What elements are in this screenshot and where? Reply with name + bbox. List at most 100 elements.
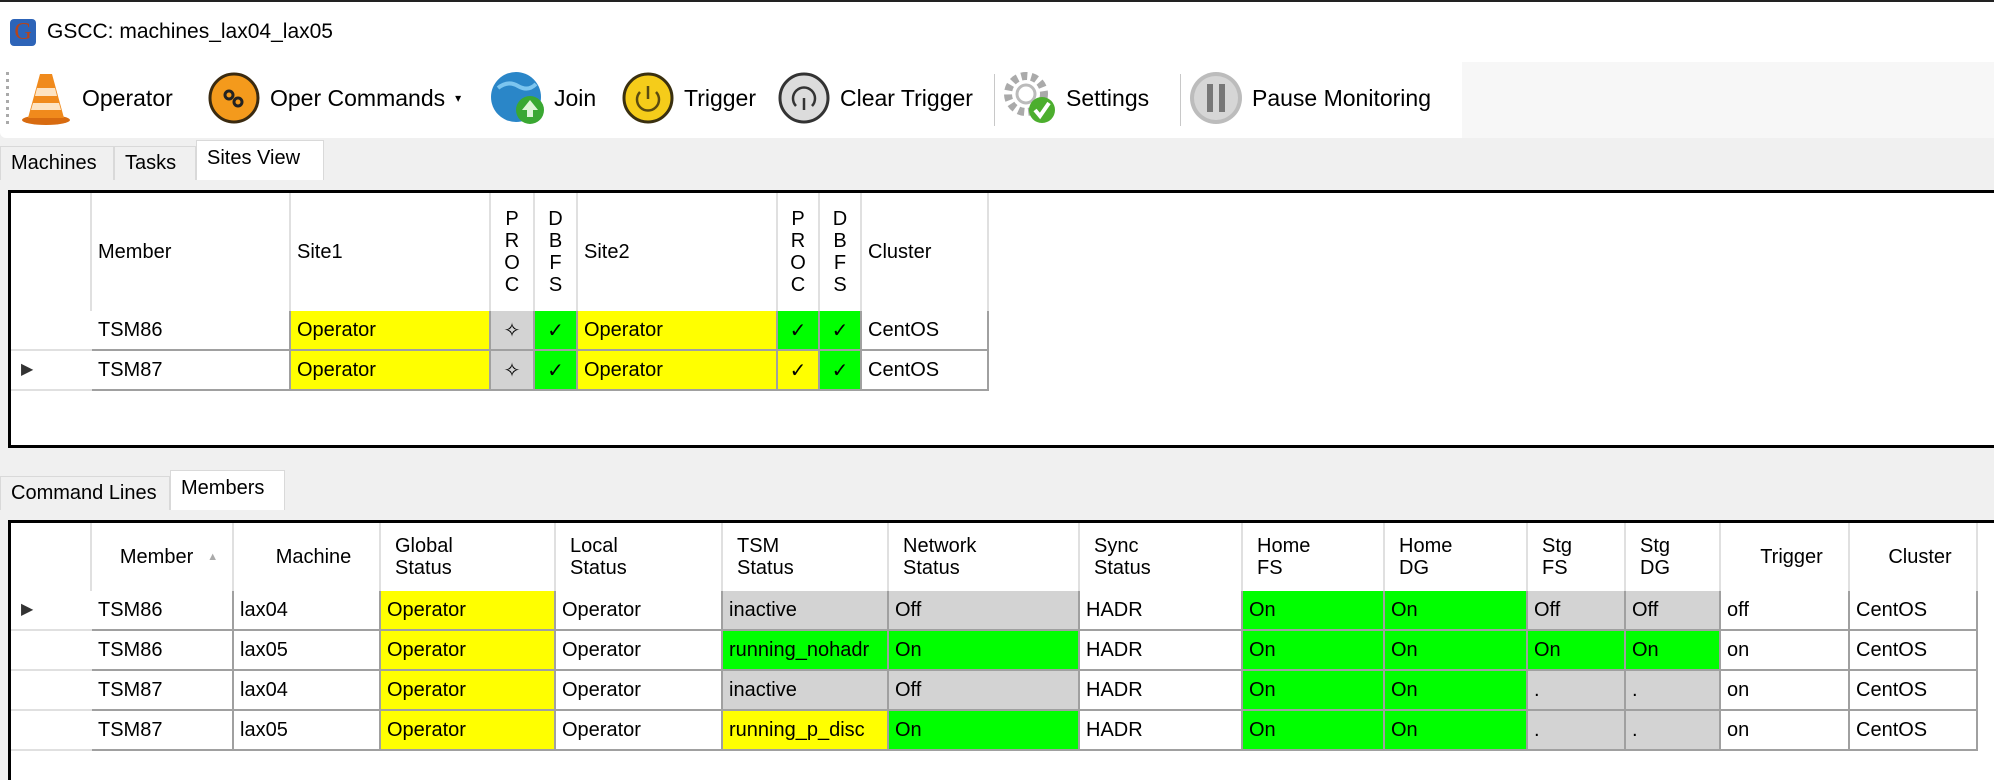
members-cell[interactable]: inactive <box>723 591 889 631</box>
operator-button[interactable]: Operator <box>18 66 173 130</box>
sites-cell-site2[interactable]: Operator <box>578 351 778 391</box>
members-cell[interactable]: off <box>1721 591 1850 631</box>
join-button[interactable]: Join <box>490 66 596 130</box>
members-cell[interactable]: Operator <box>556 671 723 711</box>
members-cell[interactable]: On <box>1385 591 1528 631</box>
members-cell[interactable]: HADR <box>1080 631 1243 671</box>
column-header-tsm-status[interactable]: TSM Status <box>723 523 889 591</box>
column-header-stg-fs[interactable]: Stg FS <box>1528 523 1626 591</box>
column-header-dbfs[interactable]: DBFS <box>820 193 862 311</box>
oper-commands-button[interactable]: Oper Commands ▾ <box>206 66 461 130</box>
row-header[interactable] <box>11 311 92 351</box>
sites-cell-dbfs1[interactable]: ✓ <box>535 351 578 391</box>
sites-cell-proc1[interactable]: ✧ <box>491 351 535 391</box>
members-cell[interactable]: running_p_disc <box>723 711 889 751</box>
members-cell[interactable]: lax04 <box>234 591 381 631</box>
column-header-stg-dg[interactable]: Stg DG <box>1626 523 1721 591</box>
column-header-site2[interactable]: Site2 <box>578 193 778 311</box>
members-cell[interactable]: Operator <box>556 591 723 631</box>
members-cell[interactable]: lax05 <box>234 631 381 671</box>
column-header-member[interactable]: Member <box>92 193 291 311</box>
column-header-home-fs[interactable]: Home FS <box>1243 523 1385 591</box>
sites-cell-dbfs1[interactable]: ✓ <box>535 311 578 351</box>
members-cell[interactable]: TSM86 <box>92 591 234 631</box>
members-cell[interactable]: Operator <box>556 631 723 671</box>
tab-command-lines[interactable]: Command Lines <box>0 476 170 510</box>
chevron-down-icon[interactable]: ▾ <box>455 91 461 105</box>
members-cell[interactable]: CentOS <box>1850 631 1978 671</box>
pause-monitoring-button[interactable]: Pause Monitoring <box>1188 66 1431 130</box>
row-header[interactable]: ▶ <box>11 591 92 631</box>
members-cell[interactable]: . <box>1528 671 1626 711</box>
column-header-proc[interactable]: PROC <box>491 193 535 311</box>
members-cell[interactable]: Off <box>889 671 1080 711</box>
tab-sites-view[interactable]: Sites View <box>196 140 324 180</box>
members-cell[interactable]: inactive <box>723 671 889 711</box>
members-cell[interactable]: On <box>1528 631 1626 671</box>
column-header-proc[interactable]: PROC <box>778 193 820 311</box>
members-cell[interactable]: On <box>889 711 1080 751</box>
members-cell[interactable]: Off <box>1626 591 1721 631</box>
members-cell[interactable]: . <box>1626 671 1721 711</box>
members-cell[interactable]: running_nohadr <box>723 631 889 671</box>
members-cell[interactable]: Operator <box>381 591 556 631</box>
members-cell[interactable]: HADR <box>1080 671 1243 711</box>
members-cell[interactable]: on <box>1721 711 1850 751</box>
members-cell[interactable]: on <box>1721 631 1850 671</box>
members-cell[interactable]: On <box>889 631 1080 671</box>
members-cell[interactable]: Off <box>1528 591 1626 631</box>
sites-cell-cluster[interactable]: CentOS <box>862 351 989 391</box>
members-cell[interactable]: On <box>1243 711 1385 751</box>
column-header-machine[interactable]: Machine <box>234 523 381 591</box>
row-header[interactable] <box>11 671 92 711</box>
sites-cell-member[interactable]: TSM87 <box>92 351 291 391</box>
members-cell[interactable]: lax05 <box>234 711 381 751</box>
sites-cell-site2[interactable]: Operator <box>578 311 778 351</box>
row-header[interactable] <box>11 631 92 671</box>
members-cell[interactable]: Operator <box>381 671 556 711</box>
column-header-network-status[interactable]: Network Status <box>889 523 1080 591</box>
tab-tasks[interactable]: Tasks <box>114 146 196 180</box>
column-header-local-status[interactable]: Local Status <box>556 523 723 591</box>
tab-machines[interactable]: Machines <box>0 146 114 180</box>
column-header-site1[interactable]: Site1 <box>291 193 491 311</box>
sites-cell-cluster[interactable]: CentOS <box>862 311 989 351</box>
sites-cell-member[interactable]: TSM86 <box>92 311 291 351</box>
members-cell[interactable]: on <box>1721 671 1850 711</box>
column-header-cluster[interactable]: Cluster <box>1850 523 1978 591</box>
members-cell[interactable]: On <box>1243 671 1385 711</box>
trigger-button[interactable]: Trigger <box>620 66 756 130</box>
column-header-member[interactable]: Member ▲ <box>92 523 234 591</box>
members-cell[interactable]: . <box>1528 711 1626 751</box>
members-cell[interactable]: On <box>1626 631 1721 671</box>
clear-trigger-button[interactable]: Clear Trigger <box>776 66 973 130</box>
members-cell[interactable]: Operator <box>556 711 723 751</box>
row-header[interactable]: ▶ <box>11 351 92 391</box>
members-cell[interactable]: CentOS <box>1850 711 1978 751</box>
members-cell[interactable]: TSM87 <box>92 671 234 711</box>
sites-cell-proc2[interactable]: ✓ <box>778 351 820 391</box>
members-cell[interactable]: CentOS <box>1850 591 1978 631</box>
row-header[interactable] <box>11 711 92 751</box>
column-header-cluster[interactable]: Cluster <box>862 193 989 311</box>
members-cell[interactable]: HADR <box>1080 711 1243 751</box>
members-cell[interactable]: TSM86 <box>92 631 234 671</box>
members-cell[interactable]: lax04 <box>234 671 381 711</box>
members-cell[interactable]: On <box>1385 671 1528 711</box>
sites-cell-site1[interactable]: Operator <box>291 311 491 351</box>
tab-members[interactable]: Members <box>170 470 285 510</box>
column-header-global-status[interactable]: Global Status <box>381 523 556 591</box>
column-header-dbfs[interactable]: DBFS <box>535 193 578 311</box>
members-cell[interactable]: Operator <box>381 631 556 671</box>
column-header-trigger[interactable]: Trigger <box>1721 523 1850 591</box>
members-cell[interactable]: On <box>1243 591 1385 631</box>
sites-cell-site1[interactable]: Operator <box>291 351 491 391</box>
column-header-sync-status[interactable]: Sync Status <box>1080 523 1243 591</box>
members-cell[interactable]: TSM87 <box>92 711 234 751</box>
members-cell[interactable]: On <box>1385 711 1528 751</box>
members-cell[interactable]: CentOS <box>1850 671 1978 711</box>
members-cell[interactable]: Operator <box>381 711 556 751</box>
members-cell[interactable]: On <box>1385 631 1528 671</box>
members-cell[interactable]: On <box>1243 631 1385 671</box>
sites-cell-proc2[interactable]: ✓ <box>778 311 820 351</box>
